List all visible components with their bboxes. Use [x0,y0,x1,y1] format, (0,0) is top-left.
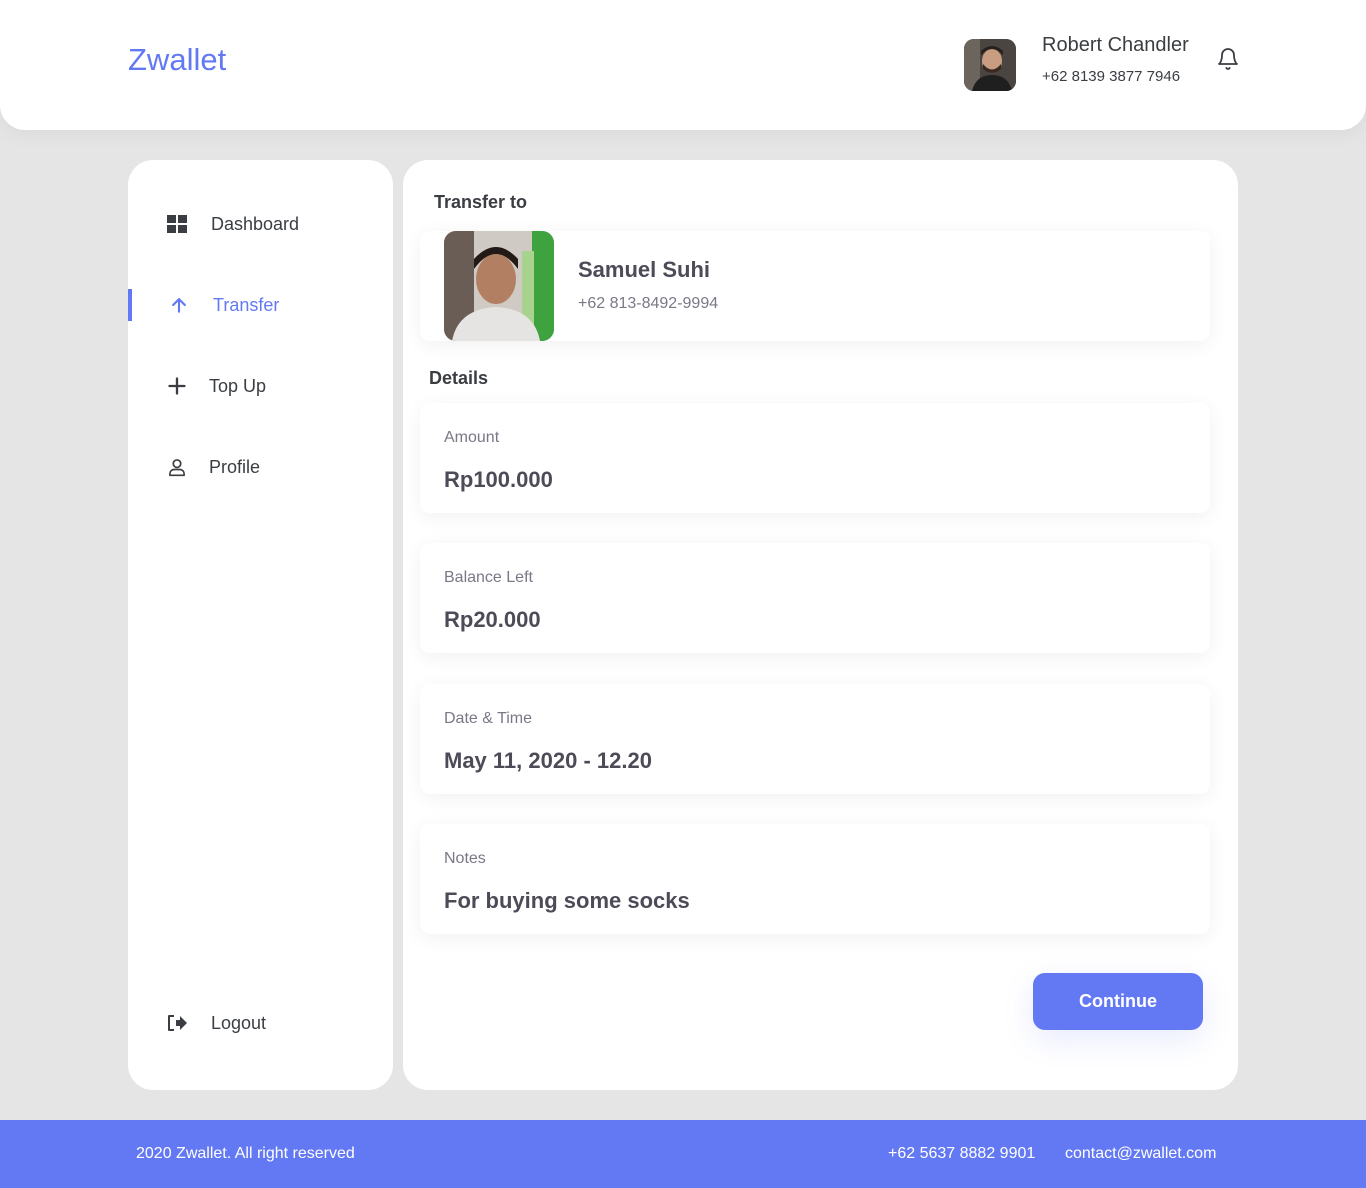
sidebar-item-label: Profile [209,456,261,477]
sidebar-item-label: Top Up [209,375,267,396]
sidebar-item-label: Dashboard [211,213,300,234]
avatar-image [964,39,1016,91]
detail-value: Rp20.000 [444,607,541,632]
sidebar-item-label: Transfer [213,294,280,315]
brand-logo[interactable]: Zwallet [128,42,226,78]
detail-value: Rp100.000 [444,467,553,492]
detail-label: Date & Time [444,710,533,727]
receiver-avatar-image [444,231,554,341]
sidebar-item-dashboard[interactable]: Dashboard [128,204,393,244]
details-title: Details [429,368,489,388]
user-name: Robert Chandler [1042,34,1189,56]
main-panel: Transfer to Samuel Suhi +62 813-8492-999… [403,160,1238,1090]
user-icon [166,456,188,478]
detail-card-amount: Amount Rp100.000 [420,403,1210,513]
detail-card-datetime: Date & Time May 11, 2020 - 12.20 [420,684,1210,794]
detail-card-balance: Balance Left Rp20.000 [420,543,1210,653]
user-avatar[interactable] [964,39,1016,91]
user-phone: +62 8139 3877 7946 [1042,68,1181,85]
arrow-up-icon [168,294,190,316]
detail-card-notes: Notes For buying some socks [420,824,1210,934]
dashboard-grid-icon [166,213,188,235]
footer-phone: +62 5637 8882 9901 [888,1145,1036,1162]
sidebar-item-label: Logout [211,1012,267,1033]
receiver-phone: +62 813-8492-9994 [578,295,719,312]
sidebar-item-top-up[interactable]: Top Up [128,366,393,406]
sidebar: Dashboard Transfer Top Up Profile Logout [128,160,393,1090]
footer-email[interactable]: contact@zwallet.com [1065,1145,1216,1163]
footer-copyright: 2020 Zwallet. All right reserved [136,1145,355,1162]
detail-label: Notes [444,850,486,867]
transfer-to-title: Transfer to [434,192,528,212]
bell-icon[interactable] [1216,47,1240,71]
receiver-card: Samuel Suhi +62 813-8492-9994 [420,231,1210,341]
detail-value: For buying some socks [444,888,690,913]
sidebar-item-transfer[interactable]: Transfer [128,285,393,325]
receiver-avatar [444,231,554,341]
detail-label: Amount [444,429,500,446]
footer: 2020 Zwallet. All right reserved +62 563… [0,1120,1366,1188]
continue-button[interactable]: Continue [1033,973,1203,1030]
active-indicator [128,289,132,321]
sidebar-item-logout[interactable]: Logout [128,1003,393,1043]
sidebar-item-profile[interactable]: Profile [128,447,393,487]
top-header: Zwallet Robert Chandler +62 8139 3877 79… [0,0,1366,130]
receiver-name: Samuel Suhi [578,257,711,282]
detail-value: May 11, 2020 - 12.20 [444,748,652,773]
detail-label: Balance Left [444,569,533,586]
logout-icon [166,1012,188,1034]
plus-icon [166,375,188,397]
